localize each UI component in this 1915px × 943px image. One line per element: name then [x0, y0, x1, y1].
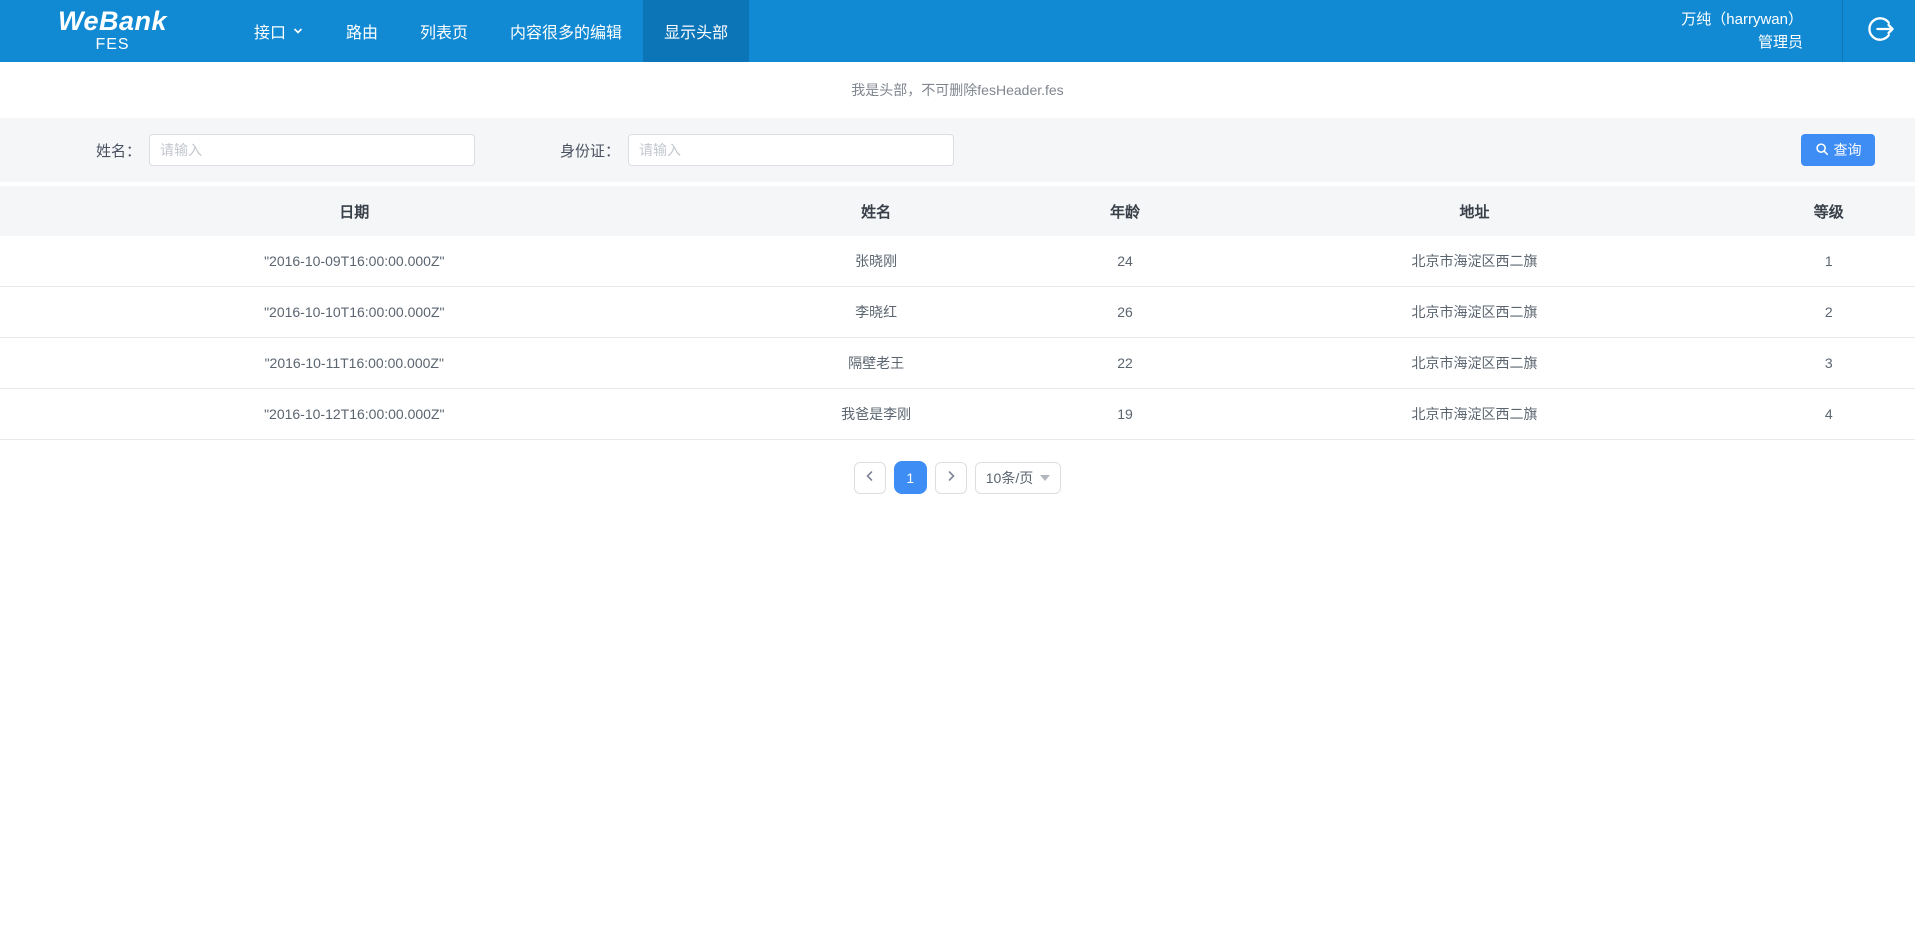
- search-icon: [1815, 142, 1829, 159]
- cell-age: 24: [1044, 253, 1207, 269]
- nav-item-label: 接口: [254, 19, 286, 43]
- logout-button[interactable]: [1861, 14, 1901, 48]
- prev-page-button[interactable]: [854, 462, 886, 494]
- nav-item-label: 显示头部: [664, 19, 728, 43]
- cell-date: "2016-10-09T16:00:00.000Z": [0, 253, 709, 269]
- cell-level: 4: [1743, 406, 1915, 422]
- chevron-down-icon: [292, 25, 304, 37]
- cell-age: 22: [1044, 355, 1207, 371]
- user-role: 管理员: [1758, 31, 1803, 54]
- query-button[interactable]: 查询: [1801, 134, 1875, 166]
- cell-name: 李晓红: [709, 302, 1044, 322]
- nav-item-list-page[interactable]: 列表页: [399, 0, 489, 62]
- nav-item-label: 内容很多的编辑: [510, 19, 622, 43]
- column-header-name: 姓名: [709, 201, 1044, 222]
- column-header-age: 年龄: [1044, 201, 1207, 222]
- cell-date: "2016-10-11T16:00:00.000Z": [0, 355, 709, 371]
- table-row: "2016-10-12T16:00:00.000Z" 我爸是李刚 19 北京市海…: [0, 389, 1915, 440]
- column-header-date: 日期: [0, 201, 709, 222]
- cell-date: "2016-10-10T16:00:00.000Z": [0, 304, 709, 320]
- webank-logo[interactable]: WeBank FES: [0, 0, 225, 62]
- column-header-level: 等级: [1743, 201, 1915, 222]
- cell-name: 隔壁老王: [709, 353, 1044, 373]
- cell-level: 3: [1743, 355, 1915, 371]
- nav-item-interface[interactable]: 接口: [233, 0, 325, 62]
- user-name: 万纯（harrywan）: [1681, 8, 1803, 31]
- nav-item-label: 列表页: [420, 19, 468, 43]
- page-size-select[interactable]: 10条/页: [975, 462, 1061, 494]
- cell-age: 19: [1044, 406, 1207, 422]
- nav-item-route[interactable]: 路由: [325, 0, 399, 62]
- page-number: 1: [906, 470, 914, 486]
- table-row: "2016-10-10T16:00:00.000Z" 李晓红 26 北京市海淀区…: [0, 287, 1915, 338]
- nav-item-long-edit[interactable]: 内容很多的编辑: [489, 0, 643, 62]
- navbar-divider: [1842, 0, 1843, 62]
- table-row: "2016-10-11T16:00:00.000Z" 隔壁老王 22 北京市海淀…: [0, 338, 1915, 389]
- caret-down-icon: [1040, 475, 1050, 481]
- table-header-row: 日期 姓名 年龄 地址 等级: [0, 186, 1915, 236]
- cell-address: 北京市海淀区西二旗: [1206, 404, 1742, 424]
- nav-item-show-header[interactable]: 显示头部: [643, 0, 749, 62]
- search-form: 姓名： 身份证： 查询: [0, 118, 1915, 182]
- logout-icon: [1865, 13, 1897, 50]
- next-page-button[interactable]: [935, 462, 967, 494]
- banner-text: 我是头部，不可删除fesHeader.fes: [851, 80, 1063, 100]
- cell-level: 1: [1743, 253, 1915, 269]
- pagination: 1 10条/页: [0, 461, 1915, 494]
- cell-address: 北京市海淀区西二旗: [1206, 353, 1742, 373]
- cell-name: 张晓刚: [709, 251, 1044, 271]
- page-size-label: 10条/页: [986, 468, 1033, 488]
- logo-title: WeBank: [58, 7, 167, 35]
- top-navbar: WeBank FES 接口 路由 列表页 内容很多的编辑 显示头部 万纯（har…: [0, 0, 1915, 62]
- cell-date: "2016-10-12T16:00:00.000Z": [0, 406, 709, 422]
- id-card-input[interactable]: [628, 134, 954, 166]
- query-button-label: 查询: [1834, 140, 1862, 160]
- column-header-address: 地址: [1206, 201, 1742, 222]
- page-number-button[interactable]: 1: [894, 461, 927, 494]
- name-input[interactable]: [149, 134, 475, 166]
- cell-level: 2: [1743, 304, 1915, 320]
- cell-address: 北京市海淀区西二旗: [1206, 251, 1742, 271]
- data-table: 日期 姓名 年龄 地址 等级 "2016-10-09T16:00:00.000Z…: [0, 186, 1915, 440]
- cell-age: 26: [1044, 304, 1207, 320]
- table-row: "2016-10-09T16:00:00.000Z" 张晓刚 24 北京市海淀区…: [0, 236, 1915, 287]
- logo-subtitle: FES: [95, 35, 129, 55]
- chevron-left-icon: [864, 469, 876, 487]
- cell-address: 北京市海淀区西二旗: [1206, 302, 1742, 322]
- name-field-label: 姓名：: [96, 140, 141, 161]
- cell-name: 我爸是李刚: [709, 404, 1044, 424]
- id-field-label: 身份证：: [560, 140, 620, 161]
- nav-menu: 接口 路由 列表页 内容很多的编辑 显示头部: [233, 0, 749, 62]
- chevron-right-icon: [945, 469, 957, 487]
- nav-item-label: 路由: [346, 19, 378, 43]
- user-info[interactable]: 万纯（harrywan） 管理员: [1681, 0, 1803, 62]
- page-header-banner: 我是头部，不可删除fesHeader.fes: [0, 62, 1915, 118]
